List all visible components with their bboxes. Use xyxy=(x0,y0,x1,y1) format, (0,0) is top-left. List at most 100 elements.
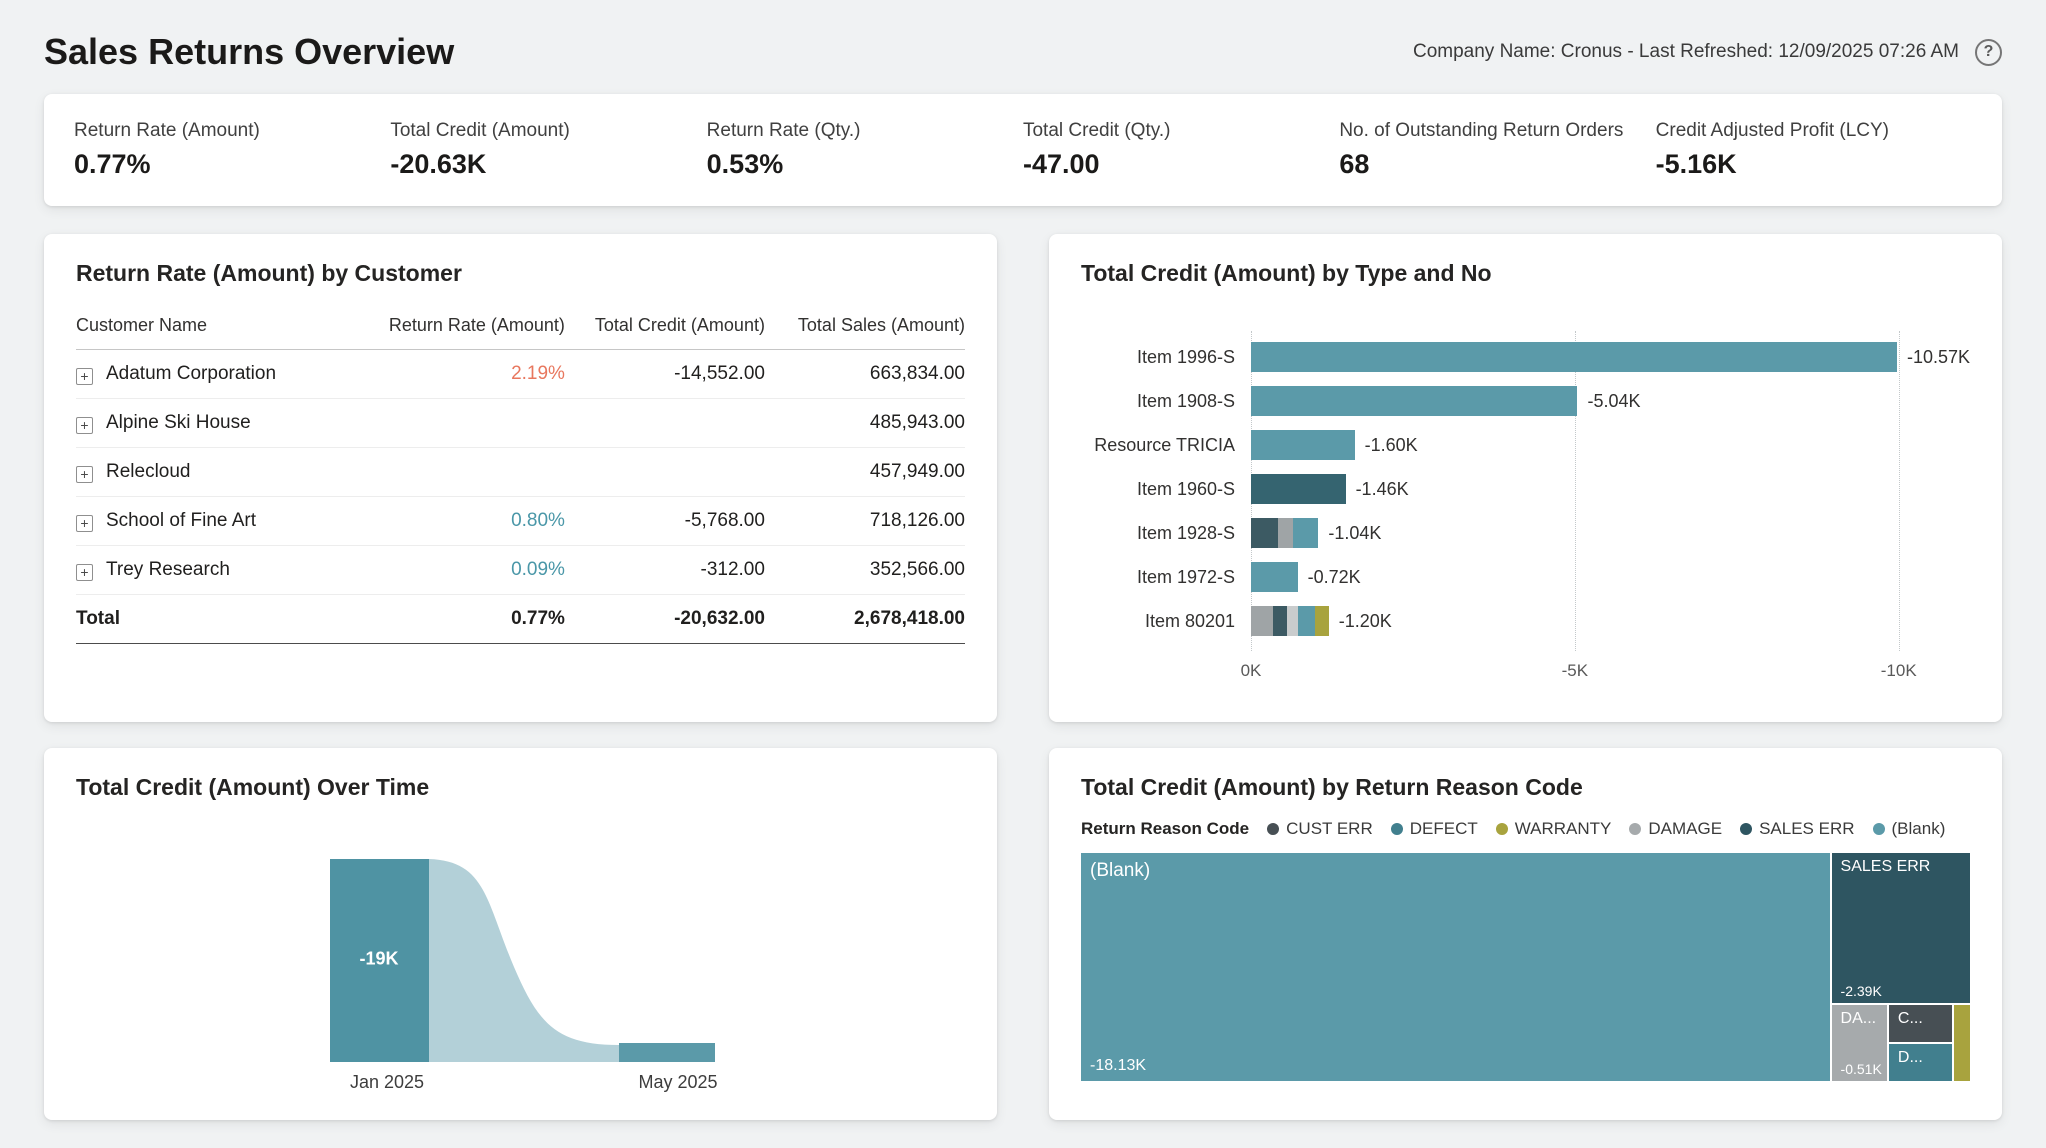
block-label: C... xyxy=(1898,1010,1923,1028)
bar-chart-card: Total Credit (Amount) by Type and No Ite… xyxy=(1049,234,2002,722)
bar-item-80201[interactable] xyxy=(1251,606,1329,636)
area-chart-title: Total Credit (Amount) Over Time xyxy=(76,774,965,801)
table-row[interactable]: +Trey Research 0.09% -312.00 352,566.00 xyxy=(76,546,965,595)
legend-dot-icon xyxy=(1629,823,1641,835)
kpi-return-rate-qty: Return Rate (Qty.) 0.53% xyxy=(707,120,1023,180)
axis-spacer xyxy=(1081,661,1251,685)
block-value: -18.13K xyxy=(1090,1057,1146,1075)
kpi-value: 0.53% xyxy=(707,149,1013,180)
bar-item-1960s[interactable] xyxy=(1251,474,1346,504)
area-decline-shape[interactable] xyxy=(429,859,619,1062)
bar-category-label: Item 80201 xyxy=(1081,599,1251,643)
kpi-total-credit-amount: Total Credit (Amount) -20.63K xyxy=(390,120,706,180)
rate-cell xyxy=(352,399,565,448)
column-header-total-sales[interactable]: Total Sales (Amount) xyxy=(765,303,965,350)
kpi-outstanding-return-orders: No. of Outstanding Return Orders 68 xyxy=(1339,120,1655,180)
column-header-return-rate[interactable]: Return Rate (Amount) xyxy=(352,303,565,350)
legend-label: DAMAGE xyxy=(1648,819,1722,839)
x-axis-label-jan: Jan 2025 xyxy=(350,1072,424,1093)
bar-resource-tricia[interactable] xyxy=(1251,430,1355,460)
report-meta: Company Name: Cronus - Last Refreshed: 1… xyxy=(1413,39,2002,66)
area-tail-block[interactable] xyxy=(619,1043,715,1062)
legend-item-defect[interactable]: DEFECT xyxy=(1391,819,1478,839)
area-chart-card: Total Credit (Amount) Over Time -19K Jan… xyxy=(44,748,997,1120)
treemap-block-defect[interactable]: D... xyxy=(1889,1044,1952,1081)
legend-item-damage[interactable]: DAMAGE xyxy=(1629,819,1722,839)
customer-name: Adatum Corporation xyxy=(106,363,276,384)
customer-table: Customer Name Return Rate (Amount) Total… xyxy=(76,303,965,644)
bar-segment xyxy=(1251,606,1273,636)
bar-item-1928s[interactable] xyxy=(1251,518,1318,548)
bar-category-label: Item 1972-S xyxy=(1081,555,1251,599)
credit-cell: -312.00 xyxy=(565,546,765,595)
table-row[interactable]: +Adatum Corporation 2.19% -14,552.00 663… xyxy=(76,350,965,399)
expand-icon[interactable]: + xyxy=(76,564,93,581)
legend-title: Return Reason Code xyxy=(1081,819,1249,839)
axis-tick-0k: 0K xyxy=(1241,661,1262,681)
legend-label: WARRANTY xyxy=(1515,819,1612,839)
table-row[interactable]: +Relecloud 457,949.00 xyxy=(76,448,965,497)
legend-dot-icon xyxy=(1496,823,1508,835)
kpi-value: 68 xyxy=(1339,149,1645,180)
block-label: D... xyxy=(1898,1049,1923,1067)
treemap-bottom-row: DA... -0.51K C... D... xyxy=(1832,1005,1970,1081)
customer-name: Trey Research xyxy=(106,559,230,580)
rate-cell: 0.09% xyxy=(352,546,565,595)
legend-item-sales-err[interactable]: SALES ERR xyxy=(1740,819,1854,839)
kpi-strip: Return Rate (Amount) 0.77% Total Credit … xyxy=(44,94,2002,206)
bar-row: -5.04K xyxy=(1251,379,1970,423)
treemap-block-damage[interactable]: DA... -0.51K xyxy=(1832,1005,1887,1081)
kpi-credit-adjusted-profit: Credit Adjusted Profit (LCY) -5.16K xyxy=(1656,120,1972,180)
expand-icon[interactable]: + xyxy=(76,417,93,434)
bar-value-label: -0.72K xyxy=(1308,567,1361,588)
treemap-block-cust-err[interactable]: C... xyxy=(1889,1005,1952,1042)
customer-table-card: Return Rate (Amount) by Customer Custome… xyxy=(44,234,997,722)
bar-value-label: -5.04K xyxy=(1587,391,1640,412)
table-row[interactable]: +Alpine Ski House 485,943.00 xyxy=(76,399,965,448)
customer-table-title: Return Rate (Amount) by Customer xyxy=(76,260,965,287)
customer-name: Alpine Ski House xyxy=(106,412,251,433)
sales-cell: 663,834.00 xyxy=(765,350,965,399)
block-value: -2.39K xyxy=(1841,983,1882,999)
legend-label: DEFECT xyxy=(1410,819,1478,839)
treemap-plot: (Blank) -18.13K SALES ERR -2.39K DA... -… xyxy=(1081,853,1970,1081)
kpi-value: -5.16K xyxy=(1656,149,1962,180)
bar-item-1972s[interactable] xyxy=(1251,562,1298,592)
treemap-right-column: SALES ERR -2.39K DA... -0.51K C... xyxy=(1832,853,1970,1081)
bar-category-axis: Item 1996-S Item 1908-S Resource TRICIA … xyxy=(1081,335,1251,643)
bar-row: -0.72K xyxy=(1251,555,1970,599)
expand-icon[interactable]: + xyxy=(76,515,93,532)
kpi-total-credit-qty: Total Credit (Qty.) -47.00 xyxy=(1023,120,1339,180)
bar-chart: Item 1996-S Item 1908-S Resource TRICIA … xyxy=(1081,335,1970,643)
legend-item-cust-err[interactable]: CUST ERR xyxy=(1267,819,1373,839)
bar-segment xyxy=(1251,342,1897,372)
bar-value-label: -1.04K xyxy=(1328,523,1381,544)
kpi-value: -20.63K xyxy=(390,149,696,180)
bar-value-label: -10.57K xyxy=(1907,347,1970,368)
help-icon[interactable]: ? xyxy=(1975,39,2002,66)
treemap-block-warranty[interactable] xyxy=(1954,1005,1970,1081)
legend-item-warranty[interactable]: WARRANTY xyxy=(1496,819,1612,839)
column-header-customer-name[interactable]: Customer Name xyxy=(76,303,352,350)
kpi-label: Total Credit (Qty.) xyxy=(1023,120,1329,142)
legend-item-blank[interactable]: (Blank) xyxy=(1873,819,1946,839)
bar-item-1908s[interactable] xyxy=(1251,386,1577,416)
kpi-return-rate-amount: Return Rate (Amount) 0.77% xyxy=(74,120,390,180)
bar-category-label: Item 1908-S xyxy=(1081,379,1251,423)
treemap-block-sales-err[interactable]: SALES ERR -2.39K xyxy=(1832,853,1970,1003)
table-row[interactable]: +School of Fine Art 0.80% -5,768.00 718,… xyxy=(76,497,965,546)
total-credit: -20,632.00 xyxy=(565,595,765,644)
credit-cell xyxy=(565,399,765,448)
expand-icon[interactable]: + xyxy=(76,368,93,385)
kpi-label: Credit Adjusted Profit (LCY) xyxy=(1656,120,1962,142)
block-label: SALES ERR xyxy=(1841,858,1931,876)
sales-returns-dashboard: Sales Returns Overview Company Name: Cro… xyxy=(0,0,2046,1148)
bar-segment xyxy=(1251,430,1355,460)
bar-segment xyxy=(1293,518,1319,548)
block-label: DA... xyxy=(1841,1010,1877,1028)
sales-cell: 457,949.00 xyxy=(765,448,965,497)
expand-icon[interactable]: + xyxy=(76,466,93,483)
bar-item-1996s[interactable] xyxy=(1251,342,1897,372)
treemap-block-blank[interactable]: (Blank) -18.13K xyxy=(1081,853,1830,1081)
column-header-total-credit[interactable]: Total Credit (Amount) xyxy=(565,303,765,350)
